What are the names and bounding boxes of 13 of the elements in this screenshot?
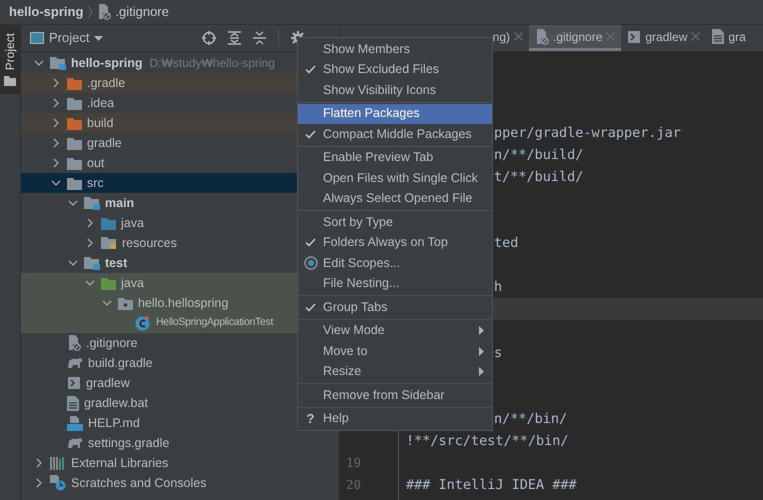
code-line: n/**/bin/ xyxy=(494,410,568,427)
code-line: n/**/build/ xyxy=(494,146,584,163)
code-line: s xyxy=(494,344,502,361)
code-line: t/**/build/ xyxy=(494,168,584,185)
line-number: 19 xyxy=(346,454,362,470)
code-line: ### IntelliJ IDEA ### xyxy=(406,476,577,493)
code-line: pper/gradle-wrapper.jar xyxy=(494,124,681,141)
line-number: 20 xyxy=(346,476,362,492)
help-glyph: ? xyxy=(306,410,314,428)
code-line: !**/src/test/**/bin/ xyxy=(406,432,569,449)
project-path: D:₩study₩hello-spring xyxy=(150,55,275,72)
code-line: ted xyxy=(494,234,518,251)
code-line: h xyxy=(494,278,502,295)
